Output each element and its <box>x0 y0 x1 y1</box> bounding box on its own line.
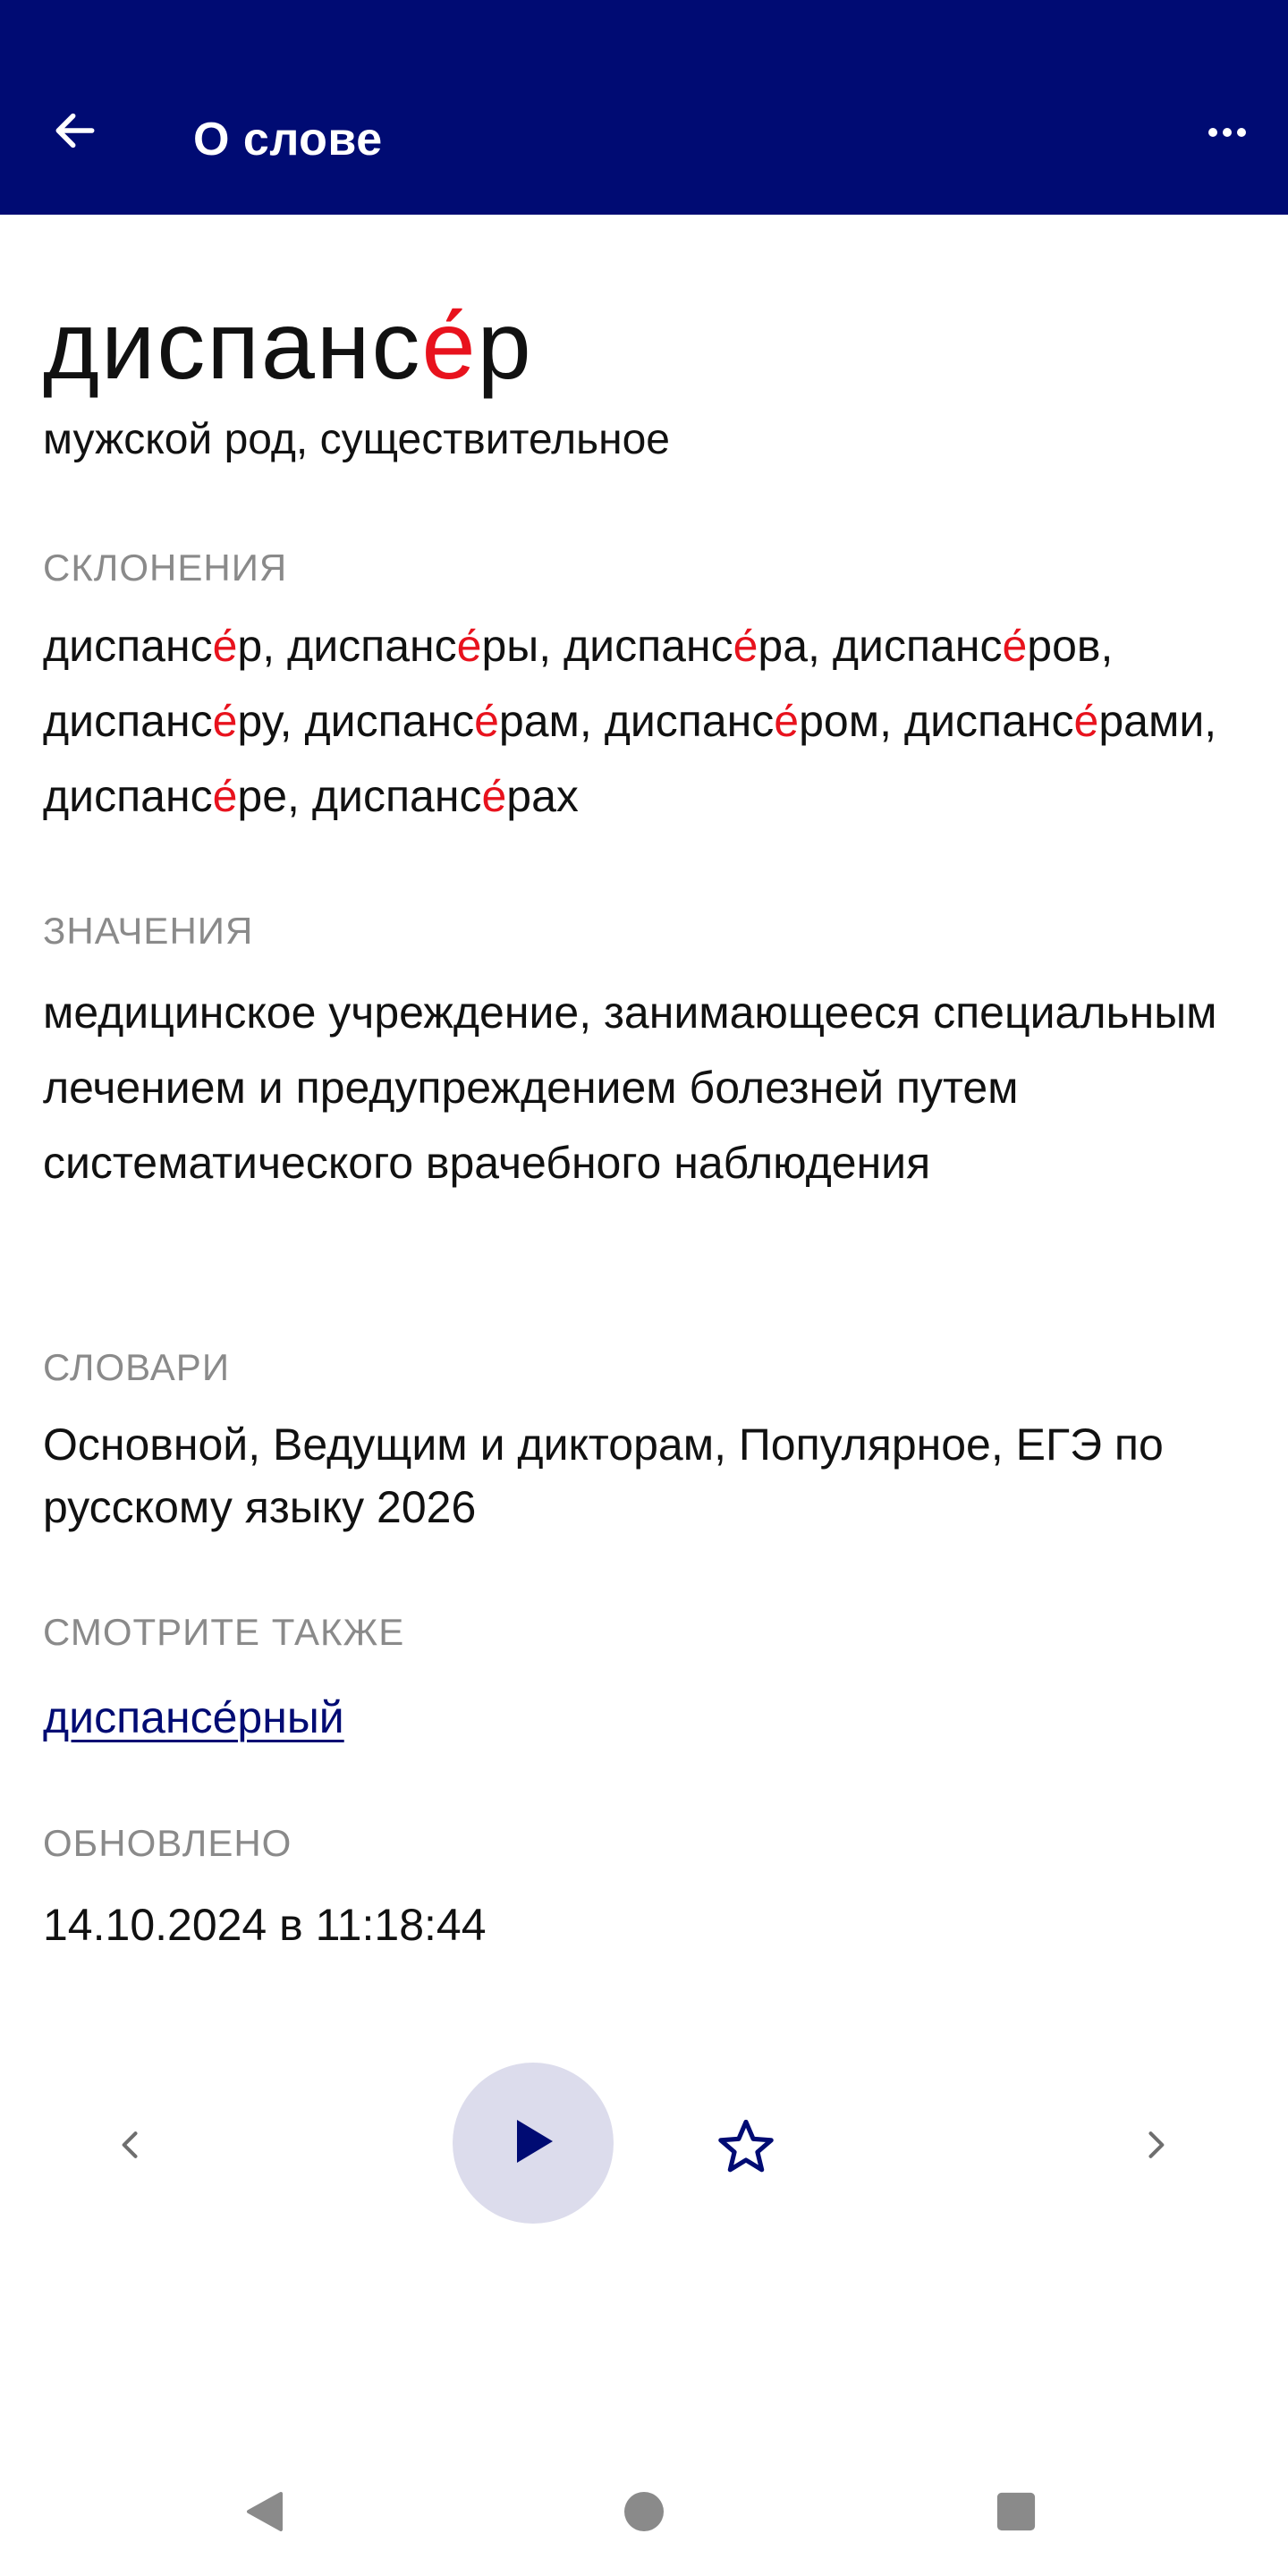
declension-form: диспансе́ром <box>605 696 879 746</box>
declensions-label: СКЛОНЕНИЯ <box>43 547 288 589</box>
declension-form: диспансе́рах <box>312 771 579 821</box>
declension-suffix: ру <box>237 696 280 746</box>
declension-suffix: рами <box>1098 696 1205 746</box>
system-recents-button[interactable] <box>980 2478 1052 2549</box>
circle-home-icon <box>623 2490 665 2538</box>
declension-prefix: диспанс <box>604 696 775 746</box>
declension-separator: , <box>1204 696 1217 746</box>
declension-stressed-letter: е́ <box>212 696 238 746</box>
dictionaries-text: Основной, Ведущим и дикторам, Популярное… <box>43 1419 1164 1532</box>
declension-prefix: диспанс <box>564 621 733 671</box>
previous-word-button[interactable] <box>98 2114 163 2179</box>
declension-suffix: ров <box>1027 621 1101 671</box>
headword: диспансе́р <box>43 286 533 404</box>
declension-separator: , <box>1100 621 1114 671</box>
meanings-label: ЗНАЧЕНИЯ <box>43 910 254 952</box>
system-navigation-bar <box>0 2451 1288 2576</box>
arrow-left-icon <box>50 106 100 160</box>
see-also-label: СМОТРИТЕ ТАКЖЕ <box>43 1611 405 1653</box>
declension-prefix: диспанс <box>43 771 213 821</box>
more-horizontal-icon <box>1206 125 1249 144</box>
headword-suffix: р <box>477 291 533 399</box>
play-icon <box>510 2116 556 2171</box>
declensions-list: диспансе́р, диспансе́ры, диспансе́ра, ди… <box>43 608 1250 834</box>
next-word-button[interactable] <box>1123 2114 1188 2179</box>
declension-form: диспансе́ре <box>43 771 287 821</box>
see-also-link[interactable]: диспансе́рный <box>43 1689 344 1746</box>
declension-prefix: диспанс <box>832 621 1003 671</box>
more-options-button[interactable] <box>1199 106 1256 163</box>
declension-form: диспансе́ры <box>287 621 538 671</box>
declension-separator: , <box>262 621 288 671</box>
declension-separator: , <box>287 771 312 821</box>
declension-prefix: диспанс <box>287 621 457 671</box>
declension-suffix: рах <box>506 771 579 821</box>
back-button[interactable] <box>43 100 107 165</box>
system-home-button[interactable] <box>608 2478 680 2549</box>
declension-form: диспансе́рам <box>304 696 579 746</box>
declension-form: диспансе́рами <box>904 696 1204 746</box>
system-back-button[interactable] <box>229 2478 301 2549</box>
declension-stressed-letter: е́ <box>481 771 507 821</box>
declension-prefix: диспанс <box>903 696 1074 746</box>
declension-form: диспансе́ру <box>43 696 280 746</box>
declension-separator: , <box>279 696 305 746</box>
chevron-left-icon <box>111 2125 150 2169</box>
declension-stressed-letter: е́ <box>474 696 499 746</box>
dictionaries-label: СЛОВАРИ <box>43 1346 231 1388</box>
declension-stressed-letter: е́ <box>774 696 800 746</box>
declension-form: диспансе́ров <box>833 621 1101 671</box>
declension-separator: , <box>879 696 904 746</box>
declension-stressed-letter: е́ <box>733 621 758 671</box>
declension-prefix: диспанс <box>43 696 213 746</box>
declension-suffix: р <box>237 621 263 671</box>
updated-timestamp: 14.10.2024 в 11:18:44 <box>43 1900 487 1950</box>
declension-separator: , <box>808 621 833 671</box>
declension-stressed-letter: е́ <box>1002 621 1028 671</box>
player-controls <box>0 2057 1288 2236</box>
declension-suffix: ра <box>758 621 809 671</box>
app-bar: О слове <box>0 0 1288 215</box>
declension-stressed-letter: е́ <box>212 621 238 671</box>
declension-suffix: ре <box>237 771 288 821</box>
declension-stressed-letter: е́ <box>1073 696 1099 746</box>
square-recents-icon <box>996 2491 1037 2537</box>
chevron-right-icon <box>1136 2125 1175 2169</box>
updated-label: ОБНОВЛЕНО <box>43 1822 292 1864</box>
page-title: О слове <box>193 114 383 165</box>
declension-form: диспансе́ра <box>564 621 808 671</box>
play-pronunciation-button[interactable] <box>453 2063 614 2224</box>
triangle-back-icon <box>242 2488 288 2539</box>
declension-suffix: рам <box>498 696 580 746</box>
declension-stressed-letter: е́ <box>456 621 482 671</box>
declension-separator: , <box>538 621 564 671</box>
favorite-button[interactable] <box>708 2111 784 2186</box>
meaning-text: медицинское учреждение, занимающееся спе… <box>43 987 1217 1188</box>
declension-stressed-letter: е́ <box>212 771 238 821</box>
declension-suffix: ром <box>799 696 880 746</box>
declension-form: диспансе́р <box>43 621 262 671</box>
declension-prefix: диспанс <box>311 771 482 821</box>
declension-prefix: диспанс <box>43 621 213 671</box>
part-of-speech: мужской род, существительное <box>43 416 670 463</box>
declension-prefix: диспанс <box>304 696 475 746</box>
headword-stressed-letter: е́ <box>421 291 478 399</box>
declension-separator: , <box>579 696 605 746</box>
star-outline-icon <box>714 2114 778 2183</box>
headword-prefix: диспанс <box>43 291 422 399</box>
declension-suffix: ры <box>481 621 539 671</box>
app-root: О слове диспансе́р мужской род, существи… <box>0 0 1288 2576</box>
